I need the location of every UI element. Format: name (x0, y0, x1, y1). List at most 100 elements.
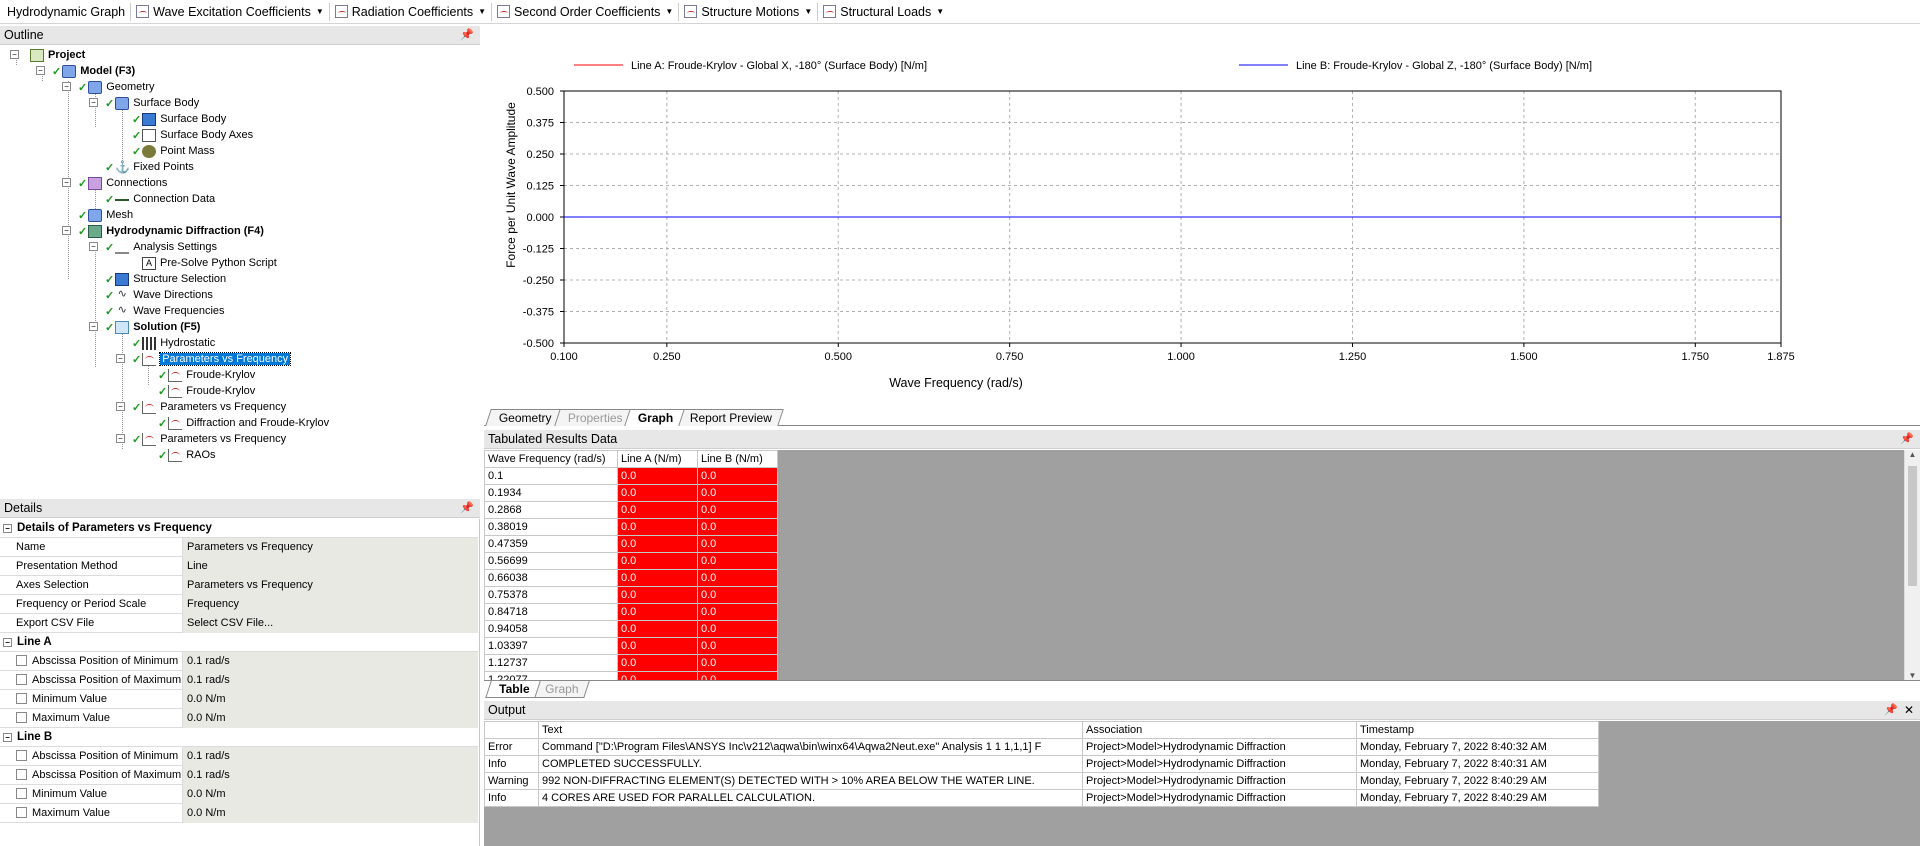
association-cell[interactable]: Project>Model>Hydrodynamic Diffraction (1082, 738, 1357, 756)
timestamp-cell[interactable]: Monday, February 7, 2022 8:40:29 AM (1356, 772, 1599, 790)
checkbox[interactable] (16, 749, 27, 761)
tab-graph-small[interactable]: Graph (531, 681, 591, 698)
frequency-cell[interactable]: 0.94058 (484, 620, 618, 638)
message-type-cell[interactable]: Warning (484, 772, 539, 790)
detail-row-line-b-abscissa-min[interactable]: Abscissa Position of Minimum 0.1 rad/s (0, 746, 478, 766)
association-cell[interactable]: Project>Model>Hydrodynamic Diffraction (1082, 789, 1357, 807)
collapse-toggle[interactable]: − (116, 402, 125, 411)
column-header[interactable]: Line A (N/m) (617, 450, 698, 468)
table-row[interactable]: 0.84718 0.0 0.0 (484, 603, 778, 621)
table-row[interactable]: 0.1934 0.0 0.0 (484, 484, 778, 502)
pin-icon[interactable]: 📌 (1900, 430, 1914, 449)
table-row[interactable]: 0.38019 0.0 0.0 (484, 518, 778, 536)
checkbox[interactable] (16, 654, 27, 666)
value-cell[interactable]: 0.0 (617, 586, 698, 604)
frequency-cell[interactable]: 0.38019 (484, 518, 618, 536)
frequency-cell[interactable]: 0.1 (484, 467, 618, 485)
checkbox[interactable] (16, 768, 27, 780)
detail-value[interactable]: Parameters vs Frequency (183, 537, 478, 557)
tree-node-froude-krylov-1[interactable]: ✓ Froude-Krylov (158, 367, 255, 383)
column-header[interactable]: Text (538, 721, 1083, 739)
table-row[interactable]: 1.03397 0.0 0.0 (484, 637, 778, 655)
scroll-up-arrow-icon[interactable]: ▲ (1905, 450, 1920, 459)
tree-node-froude-krylov-2[interactable]: ✓ Froude-Krylov (158, 383, 255, 399)
message-text-cell[interactable]: 4 CORES ARE USED FOR PARALLEL CALCULATIO… (538, 789, 1083, 807)
checkbox[interactable] (16, 787, 27, 799)
tree-node-hydrostatic[interactable]: ✓ Hydrostatic (132, 335, 215, 351)
detail-row-frequency-scale[interactable]: Frequency or Period Scale Frequency (0, 594, 478, 614)
detail-row-export-csv[interactable]: Export CSV File Select CSV File... (0, 613, 478, 633)
vertical-scrollbar[interactable]: ▲ ▼ (1904, 450, 1920, 680)
tree-node-wave-frequencies[interactable]: ✓ ∿ Wave Frequencies (105, 303, 225, 319)
value-cell[interactable]: 0.0 (617, 552, 698, 570)
frequency-cell[interactable]: 0.1934 (484, 484, 618, 502)
details-group-header[interactable]: − Details of Parameters vs Frequency (0, 519, 478, 538)
pin-icon[interactable]: 📌 (1884, 701, 1898, 720)
association-cell[interactable]: Project>Model>Hydrodynamic Diffraction (1082, 772, 1357, 790)
pin-icon[interactable]: 📌 (460, 26, 474, 45)
detail-row-line-b-abscissa-max[interactable]: Abscissa Position of Maximum 0.1 rad/s (0, 765, 478, 785)
value-cell[interactable]: 0.0 (617, 637, 698, 655)
value-cell[interactable]: 0.0 (617, 501, 698, 519)
tree-node-analysis-settings[interactable]: − ✓ Analysis Settings (89, 239, 217, 255)
scrollbar-thumb[interactable] (1908, 466, 1917, 586)
table-row[interactable]: 0.66038 0.0 0.0 (484, 569, 778, 587)
detail-row-line-a-abscissa-min[interactable]: Abscissa Position of Minimum 0.1 rad/s (0, 651, 478, 671)
tree-node-connections[interactable]: − ✓ Connections (62, 175, 167, 191)
collapse-toggle[interactable]: − (10, 50, 19, 59)
output-row[interactable]: Info 4 CORES ARE USED FOR PARALLEL CALCUL… (484, 789, 1599, 807)
close-icon[interactable]: ✕ (1904, 701, 1914, 720)
table-row[interactable]: 0.47359 0.0 0.0 (484, 535, 778, 553)
detail-value[interactable]: Select CSV File... (183, 613, 478, 633)
collapse-toggle[interactable]: − (89, 322, 98, 331)
tree-node-pre-solve-python-script[interactable]: A Pre-Solve Python Script (130, 255, 277, 271)
tree-node-parameters-vs-frequency-selected[interactable]: − ✓ Parameters vs Frequency (116, 351, 292, 367)
radiation-coefficients-menu[interactable]: Radiation Coefficients ▼ (332, 1, 489, 23)
detail-row-name[interactable]: Name Parameters vs Frequency (0, 537, 478, 557)
collapse-toggle[interactable]: − (62, 226, 71, 235)
column-header[interactable] (484, 721, 539, 739)
table-row[interactable]: 0.2868 0.0 0.0 (484, 501, 778, 519)
tree-node-surface-body[interactable]: ✓ Surface Body (132, 111, 226, 127)
frequency-cell[interactable]: 0.66038 (484, 569, 618, 587)
collapse-toggle[interactable]: − (89, 242, 98, 251)
tree-node-wave-directions[interactable]: ✓ ∿ Wave Directions (105, 287, 213, 303)
value-cell[interactable]: 0.0 (697, 518, 778, 536)
table-row[interactable]: 0.75378 0.0 0.0 (484, 586, 778, 604)
checkbox[interactable] (16, 806, 27, 818)
value-cell[interactable]: 0.0 (617, 620, 698, 638)
detail-row-line-b-max[interactable]: Maximum Value 0.0 N/m (0, 803, 478, 823)
value-cell[interactable]: 0.0 (617, 518, 698, 536)
value-cell[interactable]: 0.0 (617, 654, 698, 672)
table-row[interactable]: 0.94058 0.0 0.0 (484, 620, 778, 638)
collapse-toggle[interactable]: − (3, 637, 12, 647)
scroll-down-arrow-icon[interactable]: ▼ (1905, 671, 1920, 680)
tree-node-point-mass[interactable]: ✓ Point Mass (132, 143, 215, 159)
tree-node-project[interactable]: − Project (10, 47, 85, 63)
output-row[interactable]: Warning 992 NON-DIFFRACTING ELEMENT(S) DE… (484, 772, 1599, 790)
frequency-cell[interactable]: 0.84718 (484, 603, 618, 621)
collapse-toggle[interactable]: − (62, 82, 71, 91)
message-text-cell[interactable]: 992 NON-DIFFRACTING ELEMENT(S) DETECTED … (538, 772, 1083, 790)
detail-row-presentation-method[interactable]: Presentation Method Line (0, 556, 478, 576)
value-cell[interactable]: 0.0 (617, 569, 698, 587)
tree-node-structure-selection[interactable]: ✓ Structure Selection (105, 271, 226, 287)
message-type-cell[interactable]: Info (484, 755, 539, 773)
pin-icon[interactable]: 📌 (460, 499, 474, 518)
frequency-cell[interactable]: 1.22077 (484, 671, 618, 680)
value-cell[interactable]: 0.0 (617, 603, 698, 621)
tree-node-raos[interactable]: ✓ RAOs (158, 447, 216, 463)
checkbox[interactable] (16, 692, 27, 704)
table-row[interactable]: 1.22077 0.0 0.0 (484, 671, 778, 680)
table-row[interactable]: 1.12737 0.0 0.0 (484, 654, 778, 672)
detail-row-line-a-abscissa-max[interactable]: Abscissa Position of Maximum 0.1 rad/s (0, 670, 478, 690)
detail-value[interactable]: Line (183, 556, 478, 576)
detail-row-line-a-max[interactable]: Maximum Value 0.0 N/m (0, 708, 478, 728)
tree-node-parameters-vs-frequency-2[interactable]: − ✓ Parameters vs Frequency (116, 399, 286, 415)
collapse-toggle[interactable]: − (36, 66, 45, 75)
collapse-toggle[interactable]: − (62, 178, 71, 187)
frequency-cell[interactable]: 0.56699 (484, 552, 618, 570)
frequency-cell[interactable]: 1.12737 (484, 654, 618, 672)
tree-node-parameters-vs-frequency-3[interactable]: − ✓ Parameters vs Frequency (116, 431, 286, 447)
graph-chart[interactable]: Line A: Froude-Krylov - Global X, -180° … (484, 48, 1920, 408)
